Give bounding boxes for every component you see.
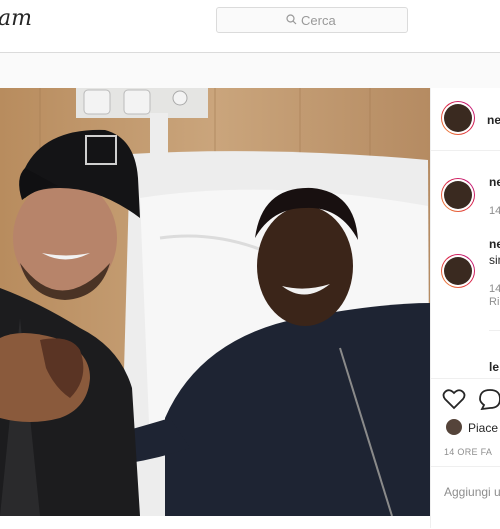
comment-username[interactable]: le xyxy=(489,360,499,374)
comment-username[interactable]: ne xyxy=(489,237,500,251)
comment-time: 14 xyxy=(489,205,500,217)
replies-toggle-line[interactable] xyxy=(489,330,500,331)
post-timestamp: 14 ORE FA xyxy=(444,447,493,457)
likes-label[interactable]: Piace xyxy=(468,421,498,435)
comment-avatar[interactable] xyxy=(441,254,475,288)
post-sidebar xyxy=(430,88,500,528)
comment-avatar[interactable] xyxy=(441,178,475,212)
divider xyxy=(430,378,500,379)
liker-avatar[interactable] xyxy=(446,419,462,435)
comment-bubble-icon[interactable] xyxy=(478,388,500,415)
divider xyxy=(430,150,500,151)
add-comment-input[interactable]: Aggiungi u xyxy=(444,485,500,499)
search-icon xyxy=(286,13,297,28)
search-placeholder: Cerca xyxy=(301,13,336,28)
owner-username[interactable]: ne xyxy=(487,113,500,127)
like-heart-icon[interactable] xyxy=(442,388,466,415)
divider xyxy=(430,466,500,467)
reply-link[interactable]: Ri xyxy=(489,296,499,308)
owner-avatar[interactable] xyxy=(441,101,475,135)
search-input[interactable]: Cerca xyxy=(216,7,408,33)
comment-time: 14 xyxy=(489,283,500,295)
instagram-logo[interactable]: am xyxy=(0,6,32,31)
comment-username[interactable]: ne xyxy=(489,175,500,189)
comment-text: sin xyxy=(489,253,500,267)
post-photo[interactable] xyxy=(0,88,430,516)
top-navigation-bar: am Cerca xyxy=(0,0,500,53)
